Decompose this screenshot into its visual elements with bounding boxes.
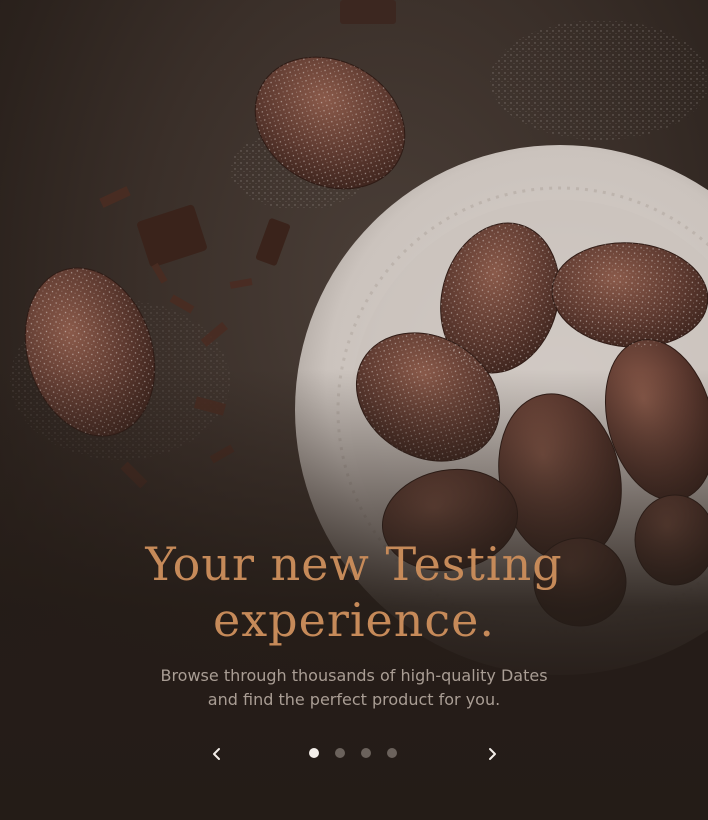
carousel-prev-button[interactable] (205, 742, 229, 766)
carousel-dot-4[interactable] (387, 748, 397, 758)
carousel-dot-1[interactable] (309, 748, 319, 758)
hero-subtitle-line1: Browse through thousands of high-quality… (160, 666, 548, 685)
carousel-next-button[interactable] (480, 742, 504, 766)
hero-title: Your new Testing experience. (0, 536, 708, 648)
hero-subtitle: Browse through thousands of high-quality… (104, 664, 604, 712)
carousel-dot-2[interactable] (335, 748, 345, 758)
hero-title-line2: experience. (213, 593, 495, 647)
hero-subtitle-line2: and find the perfect product for you. (207, 690, 501, 709)
hero-section: Your new Testing experience. Browse thro… (0, 0, 708, 820)
carousel-dot-3[interactable] (361, 748, 371, 758)
hero-title-line1: Your new Testing (145, 537, 563, 591)
chevron-left-icon (213, 748, 220, 760)
carousel-pagination (309, 748, 397, 760)
chevron-right-icon (489, 748, 496, 760)
